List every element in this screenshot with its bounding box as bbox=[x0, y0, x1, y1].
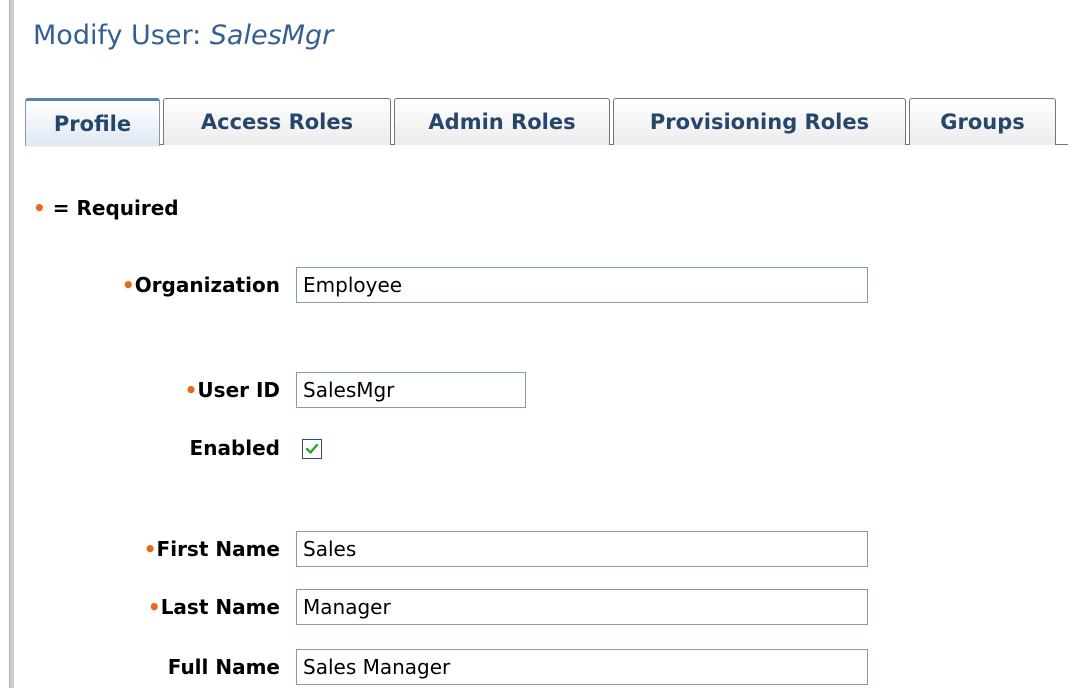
full-name-field[interactable]: Sales Manager bbox=[296, 649, 868, 685]
first-name-row: •First Name Sales bbox=[0, 531, 1076, 567]
enabled-checkbox[interactable] bbox=[302, 439, 322, 459]
first-name-label: •First Name bbox=[144, 531, 280, 567]
required-legend: • = Required bbox=[33, 196, 179, 220]
user-id-required-marker: • bbox=[184, 378, 198, 402]
organization-row: •Organization Employee bbox=[0, 267, 1076, 303]
required-marker: • bbox=[33, 196, 46, 220]
full-name-label: Full Name bbox=[167, 655, 280, 679]
page-title-prefix: Modify User: bbox=[33, 20, 210, 51]
first-name-required-marker: • bbox=[143, 537, 157, 561]
tab-admin-roles[interactable]: Admin Roles bbox=[394, 98, 610, 145]
tab-bar: Profile Access Roles Admin Roles Provisi… bbox=[25, 96, 1068, 147]
tab-groups[interactable]: Groups bbox=[909, 98, 1056, 145]
page-title-username: SalesMgr bbox=[209, 20, 334, 51]
full-name-row: Full Name Sales Manager bbox=[0, 649, 1076, 685]
left-border-bar bbox=[10, 0, 14, 688]
enabled-label: Enabled bbox=[189, 436, 280, 460]
tab-access-roles-label: Access Roles bbox=[200, 110, 354, 134]
first-name-field[interactable]: Sales bbox=[296, 531, 868, 567]
tab-provisioning-roles-label: Provisioning Roles bbox=[649, 110, 870, 134]
user-id-label: •User ID bbox=[185, 372, 280, 408]
tab-groups-label: Groups bbox=[940, 110, 1025, 134]
user-id-row: •User ID SalesMgr bbox=[0, 372, 1076, 408]
tab-profile[interactable]: Profile bbox=[25, 98, 160, 147]
tab-admin-roles-label: Admin Roles bbox=[428, 110, 576, 134]
user-id-field[interactable]: SalesMgr bbox=[296, 372, 526, 408]
tab-profile-label: Profile bbox=[53, 111, 132, 136]
last-name-required-marker: • bbox=[147, 595, 161, 619]
checkmark-icon bbox=[305, 443, 319, 454]
tab-access-roles[interactable]: Access Roles bbox=[163, 98, 391, 145]
organization-label: •Organization bbox=[122, 267, 280, 303]
required-legend-text: = Required bbox=[45, 196, 179, 220]
organization-required-marker: • bbox=[121, 273, 135, 297]
last-name-label-text: Last Name bbox=[160, 595, 280, 619]
first-name-label-text: First Name bbox=[156, 537, 280, 561]
organization-field[interactable]: Employee bbox=[296, 267, 868, 303]
tab-provisioning-roles[interactable]: Provisioning Roles bbox=[613, 98, 906, 145]
user-id-label-text: User ID bbox=[197, 378, 280, 402]
last-name-row: •Last Name Manager bbox=[0, 589, 1076, 625]
organization-label-text: Organization bbox=[134, 273, 280, 297]
page-title: Modify User: SalesMgr bbox=[33, 20, 333, 51]
enabled-row: Enabled bbox=[0, 430, 1076, 466]
last-name-field[interactable]: Manager bbox=[296, 589, 868, 625]
last-name-label: •Last Name bbox=[148, 589, 280, 625]
